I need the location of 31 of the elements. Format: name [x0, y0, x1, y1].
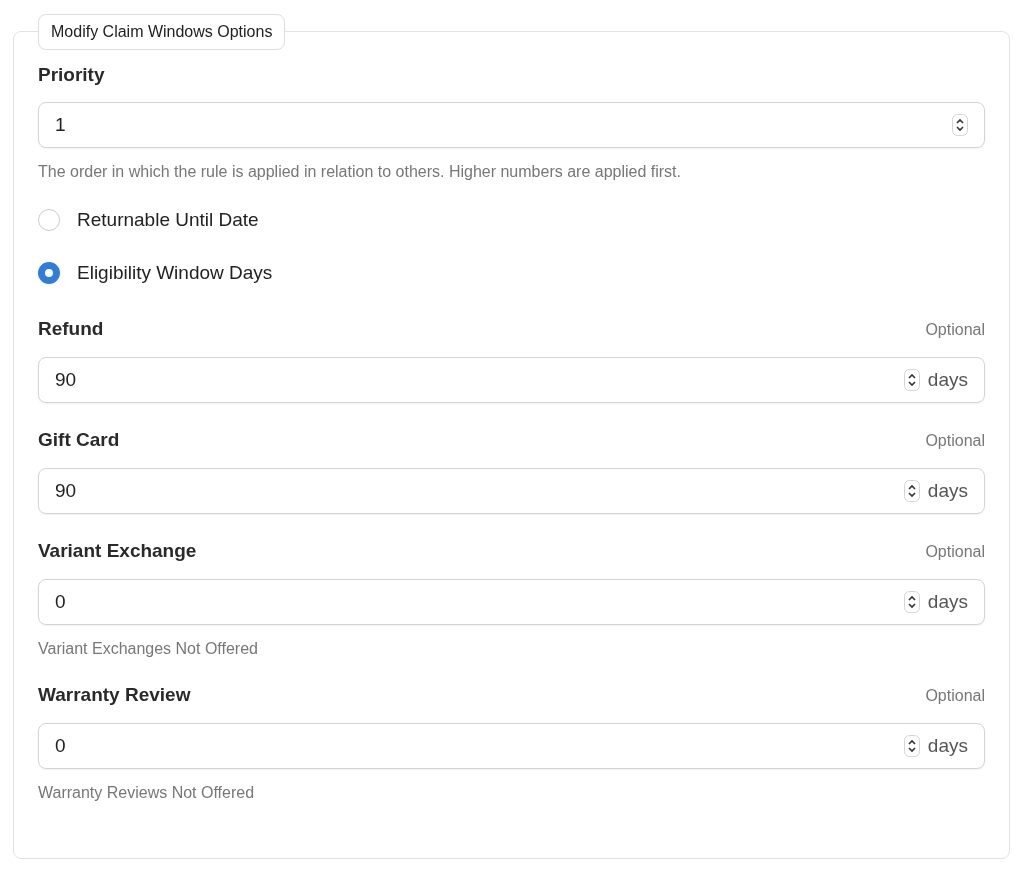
- number-field[interactable]: 90 days: [38, 357, 985, 403]
- field-label: Warranty Review: [38, 684, 191, 706]
- help-text: The order in which the rule is applied in relation to others. Higher numbers are applied first.: [38, 163, 682, 181]
- optional-label: Optional: [925, 321, 985, 339]
- number-field[interactable]: 0 days: [38, 723, 985, 769]
- unit-label: days: [927, 480, 968, 502]
- radio-button[interactable]: [38, 209, 60, 231]
- radio-label[interactable]: Returnable Until Date: [77, 209, 259, 231]
- number-field[interactable]: 1: [38, 102, 985, 148]
- stepper-icon[interactable]: [903, 735, 920, 757]
- field-label: Priority: [38, 64, 106, 86]
- panel-title: Modify Claim Windows Options: [38, 14, 286, 50]
- optional-label: Optional: [925, 687, 985, 705]
- unit-label: days: [927, 591, 968, 613]
- number-field[interactable]: 90 days: [38, 468, 985, 514]
- stepper-icon[interactable]: [952, 114, 968, 136]
- optional-label: Optional: [925, 543, 985, 561]
- help-text: Variant Exchanges Not Offered: [38, 640, 259, 658]
- unit-label: days: [927, 735, 968, 757]
- help-text: Warranty Reviews Not Offered: [38, 784, 256, 802]
- unit-label: days: [927, 369, 968, 391]
- stepper-icon[interactable]: [903, 480, 920, 502]
- field-label: Variant Exchange: [38, 540, 197, 562]
- number-field[interactable]: 0 days: [38, 579, 985, 625]
- optional-label: Optional: [925, 432, 985, 450]
- field-label: Gift Card: [38, 429, 120, 451]
- stepper-icon[interactable]: [903, 591, 920, 613]
- radio-label[interactable]: Eligibility Window Days: [77, 262, 273, 284]
- stepper-icon[interactable]: [903, 369, 920, 391]
- radio-button[interactable]: [38, 262, 60, 284]
- field-label: Refund: [38, 318, 104, 340]
